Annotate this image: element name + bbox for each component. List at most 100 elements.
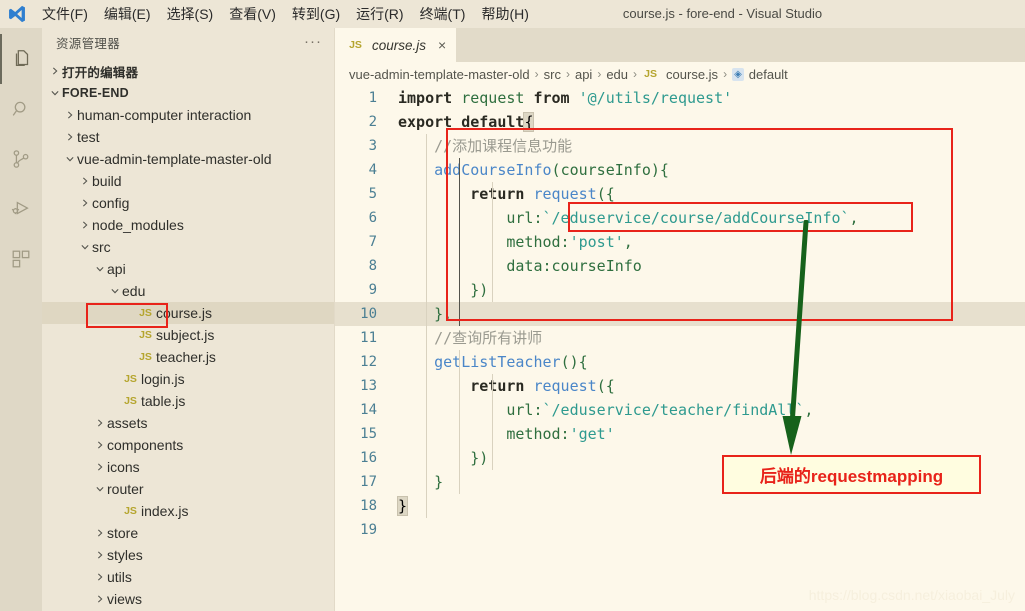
chevron-right-icon[interactable] bbox=[78, 176, 92, 186]
chevron-down-icon[interactable] bbox=[63, 154, 77, 164]
indent-guide bbox=[459, 350, 460, 494]
tree-item-assets[interactable]: assets bbox=[42, 412, 334, 434]
menu-file[interactable]: 文件(F) bbox=[34, 0, 96, 28]
code-line-19[interactable]: 19 bbox=[335, 518, 1025, 542]
chevron-right-icon[interactable] bbox=[63, 110, 77, 120]
code-token: ( bbox=[596, 377, 606, 395]
tree-item-teacher-js[interactable]: JS teacher.js bbox=[42, 346, 334, 368]
chevron-right-icon[interactable] bbox=[93, 440, 107, 450]
chevron-right-icon[interactable] bbox=[93, 462, 107, 472]
code-line-18[interactable]: 18} bbox=[335, 494, 1025, 518]
tree-item-label: components bbox=[107, 437, 184, 453]
extensions-icon[interactable] bbox=[0, 234, 42, 284]
code-editor[interactable]: 1 import request from '@/utils/request' 2 e… bbox=[335, 86, 1025, 611]
search-icon[interactable] bbox=[0, 84, 42, 134]
line-number: 19 bbox=[360, 522, 377, 538]
code-token: () bbox=[560, 353, 579, 371]
tree-item-src[interactable]: src bbox=[42, 236, 334, 258]
code-line-9[interactable]: 9 }) bbox=[335, 278, 1025, 302]
more-actions-icon[interactable]: ··· bbox=[304, 34, 322, 49]
tree-item-components[interactable]: components bbox=[42, 434, 334, 456]
code-line-5[interactable]: 5 return request({ bbox=[335, 182, 1025, 206]
chevron-down-icon[interactable] bbox=[93, 484, 107, 494]
chevron-right-icon[interactable] bbox=[93, 572, 107, 582]
chevron-right-icon[interactable] bbox=[78, 220, 92, 230]
breadcrumb-item[interactable]: edu bbox=[606, 67, 628, 82]
tree-item-course-js[interactable]: JS course.js bbox=[42, 302, 334, 324]
tree-item-index-js[interactable]: JS index.js bbox=[42, 500, 334, 522]
code-line-7[interactable]: 7 method:'post', bbox=[335, 230, 1025, 254]
tree-item-styles[interactable]: styles bbox=[42, 544, 334, 566]
menu-help[interactable]: 帮助(H) bbox=[473, 0, 536, 28]
chevron-right-icon[interactable] bbox=[93, 550, 107, 560]
tree-item-table-js[interactable]: JS table.js bbox=[42, 390, 334, 412]
chevron-right-icon[interactable] bbox=[63, 132, 77, 142]
breadcrumb-item[interactable]: vue-admin-template-master-old bbox=[349, 67, 530, 82]
tree-item-label: icons bbox=[107, 459, 140, 475]
tree-item-[interactable]: 打开的编辑器 bbox=[42, 60, 334, 82]
tab-course-js[interactable]: JS course.js × bbox=[335, 28, 457, 62]
close-icon[interactable]: × bbox=[438, 38, 446, 52]
line-number: 17 bbox=[360, 474, 377, 490]
code-line-10[interactable]: 10 }, bbox=[335, 302, 1025, 326]
code-line-14[interactable]: 14 url:`/eduservice/teacher/findAll`, bbox=[335, 398, 1025, 422]
line-number: 1 bbox=[368, 90, 377, 106]
tree-item-views[interactable]: views bbox=[42, 588, 334, 610]
tree-item-test[interactable]: test bbox=[42, 126, 334, 148]
tree-item-utils[interactable]: utils bbox=[42, 566, 334, 588]
tree-item-node-modules[interactable]: node_modules bbox=[42, 214, 334, 236]
tree-item-label: utils bbox=[107, 569, 132, 585]
code-line-6[interactable]: 6 url:`/eduservice/course/addCourseInfo`… bbox=[335, 206, 1025, 230]
tree-item-router[interactable]: router bbox=[42, 478, 334, 500]
code-line-12[interactable]: 12 getListTeacher(){ bbox=[335, 350, 1025, 374]
chevron-down-icon[interactable] bbox=[48, 88, 62, 98]
breadcrumb-item[interactable]: default bbox=[749, 67, 788, 82]
menu-view[interactable]: 查看(V) bbox=[221, 0, 284, 28]
menu-terminal[interactable]: 终端(T) bbox=[412, 0, 474, 28]
menu-selection[interactable]: 选择(S) bbox=[159, 0, 222, 28]
source-control-icon[interactable] bbox=[0, 134, 42, 184]
code-line-4[interactable]: 4 addCourseInfo(courseInfo){ bbox=[335, 158, 1025, 182]
code-line-15[interactable]: 15 method:'get' bbox=[335, 422, 1025, 446]
menu-run[interactable]: 运行(R) bbox=[348, 0, 411, 28]
tree-item-fore-end[interactable]: FORE-END bbox=[42, 82, 334, 104]
tree-item-api[interactable]: api bbox=[42, 258, 334, 280]
code-line-3[interactable]: 3 //添加课程信息功能 bbox=[335, 134, 1025, 158]
breadcrumb-item[interactable]: src bbox=[544, 67, 561, 82]
chevron-right-icon[interactable] bbox=[93, 528, 107, 538]
tree-item-build[interactable]: build bbox=[42, 170, 334, 192]
chevron-down-icon[interactable] bbox=[78, 242, 92, 252]
editor-tab-bar: JS course.js × bbox=[335, 28, 1025, 62]
chevron-down-icon[interactable] bbox=[93, 264, 107, 274]
tree-item-human-computer-interaction[interactable]: human-computer interaction bbox=[42, 104, 334, 126]
chevron-right-icon[interactable] bbox=[93, 594, 107, 604]
chevron-right-icon[interactable] bbox=[48, 66, 62, 76]
code-token: }) bbox=[470, 281, 489, 299]
code-line-1[interactable]: 1 import request from '@/utils/request' bbox=[335, 86, 1025, 110]
files-explorer-icon[interactable] bbox=[0, 34, 42, 84]
chevron-right-icon[interactable] bbox=[93, 418, 107, 428]
line-number: 13 bbox=[360, 378, 377, 394]
tree-item-subject-js[interactable]: JS subject.js bbox=[42, 324, 334, 346]
tree-item-login-js[interactable]: JS login.js bbox=[42, 368, 334, 390]
code-line-13[interactable]: 13 return request({ bbox=[335, 374, 1025, 398]
menu-goto[interactable]: 转到(G) bbox=[284, 0, 348, 28]
chevron-down-icon[interactable] bbox=[108, 286, 122, 296]
tree-item-config[interactable]: config bbox=[42, 192, 334, 214]
tree-item-label: course.js bbox=[156, 305, 213, 321]
tree-item-store[interactable]: store bbox=[42, 522, 334, 544]
code-line-2[interactable]: 2 export default{ bbox=[335, 110, 1025, 134]
code-line-text: } bbox=[387, 494, 409, 518]
tree-item-vue-admin-template-master-old[interactable]: vue-admin-template-master-old bbox=[42, 148, 334, 170]
run-and-debug-icon[interactable] bbox=[0, 184, 42, 234]
chevron-right-icon[interactable] bbox=[78, 198, 92, 208]
tree-item-label: 打开的编辑器 bbox=[62, 65, 139, 80]
tree-item-icons[interactable]: icons bbox=[42, 456, 334, 478]
breadcrumb-item[interactable]: api bbox=[575, 67, 592, 82]
tree-item-edu[interactable]: edu bbox=[42, 280, 334, 302]
code-line-8[interactable]: 8 data:courseInfo bbox=[335, 254, 1025, 278]
breadcrumb-item[interactable]: course.js bbox=[666, 67, 718, 82]
menu-edit[interactable]: 编辑(E) bbox=[96, 0, 159, 28]
code-line-11[interactable]: 11 //查询所有讲师 bbox=[335, 326, 1025, 350]
code-token: //添加课程信息功能 bbox=[434, 137, 573, 155]
